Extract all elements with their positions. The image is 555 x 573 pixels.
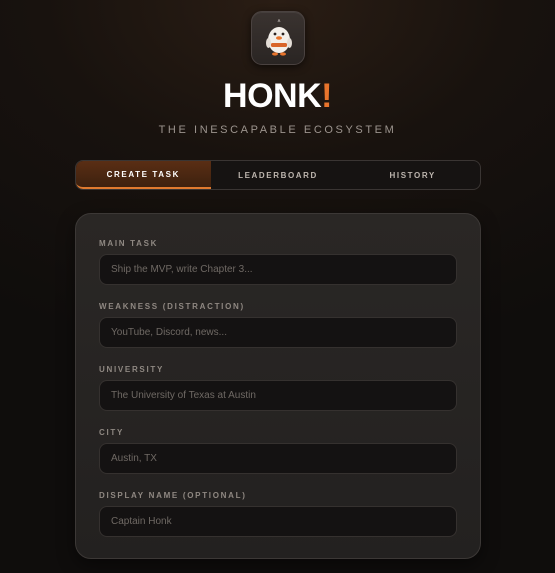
city-label: CITY (99, 428, 125, 437)
tab-leaderboard[interactable]: LEADERBOARD (211, 161, 346, 189)
weakness-input[interactable] (99, 317, 457, 348)
app-logo (251, 11, 305, 65)
university-label: UNIVERSITY (99, 365, 165, 374)
goose-mascot-icon (266, 19, 292, 56)
create-task-form: MAIN TASK WEAKNESS (DISTRACTION) UNIVERS… (75, 213, 481, 559)
app-title: HONK! (0, 76, 555, 116)
weakness-label: WEAKNESS (DISTRACTION) (99, 302, 245, 311)
app-title-text: HONK (223, 77, 322, 115)
university-input[interactable] (99, 380, 457, 411)
tab-history[interactable]: HISTORY (345, 161, 480, 189)
app-tagline: THE INESCAPABLE ECOSYSTEM (158, 124, 397, 136)
display-name-input[interactable] (99, 506, 457, 537)
city-input[interactable] (99, 443, 457, 474)
display-name-label: DISPLAY NAME (OPTIONAL) (99, 491, 247, 500)
tab-create-task[interactable]: CREATE TASK (76, 161, 211, 189)
main-task-label: MAIN TASK (99, 239, 159, 248)
main-tabs: CREATE TASK LEADERBOARD HISTORY (75, 160, 481, 190)
main-task-input[interactable] (99, 254, 457, 285)
app-title-accent: ! (321, 77, 332, 115)
